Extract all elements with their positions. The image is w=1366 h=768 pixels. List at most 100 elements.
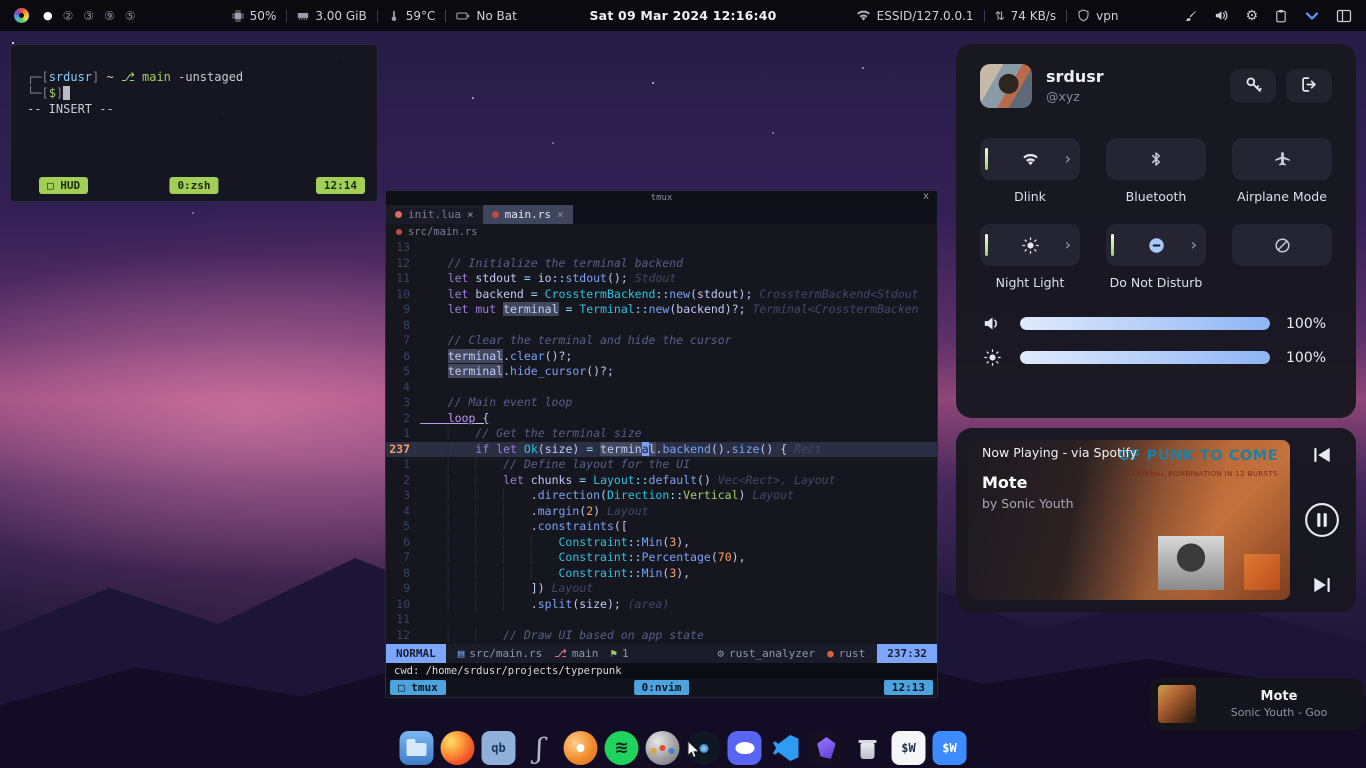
text-segment: Min	[642, 566, 663, 580]
sw-blue-terminal-icon[interactable]: $W	[933, 731, 967, 765]
code-line[interactable]: 4 ▏ ▏ ▏ .margin(2) Layout	[386, 504, 937, 520]
bluetooth-toggle[interactable]	[1106, 138, 1206, 180]
chevron-right-icon[interactable]: ›	[1191, 237, 1197, 253]
code-line[interactable]: 5 terminal.hide_cursor()?;	[386, 364, 937, 380]
window-titlebar: tmux x	[386, 191, 937, 205]
close-window-button[interactable]: x	[923, 191, 929, 202]
code-line[interactable]: 1 ▏ ▏ // Define layout for the UI	[386, 457, 937, 473]
nightlight-toggle[interactable]: ›	[980, 224, 1080, 266]
code-line[interactable]: 10 ▏ ▏ ▏ .split(size); (area)	[386, 597, 937, 613]
qutebrowser-icon[interactable]: qb	[482, 731, 516, 765]
code-line[interactable]: 11 let stdout = io::stdout(); Stdout	[386, 271, 937, 287]
code-line[interactable]: 6 ▏ ▏ ▏ ▏ Constraint::Min(3),	[386, 535, 937, 551]
code-buffer[interactable]: 1312 // Initialize the terminal backend1…	[386, 240, 937, 644]
dnd-toggle[interactable]: ›	[1106, 224, 1206, 266]
code-line[interactable]: 3 // Main event loop	[386, 395, 937, 411]
workspace-indicator[interactable]: ⑨	[104, 10, 115, 22]
code-text: // Initialize the terminal backend	[420, 256, 683, 272]
settings-gear-icon[interactable]: ⚙	[1245, 9, 1258, 23]
tab-main-rs[interactable]: main.rs ×	[483, 205, 573, 224]
trash-icon[interactable]	[851, 731, 885, 765]
code-text: // Clear the terminal and hide the curso…	[420, 333, 732, 349]
workspace-indicator[interactable]: ●	[43, 10, 53, 21]
media-notification[interactable]: Mote Sonic Youth - Goo	[1150, 678, 1364, 730]
code-line[interactable]: 2 ▏ ▏ let chunks = Layout::default() Vec…	[386, 473, 937, 489]
statusline-filetype: ● rust	[827, 647, 865, 660]
spotify-icon[interactable]	[605, 731, 639, 765]
obsidian-icon[interactable]	[810, 731, 844, 765]
code-line[interactable]: 2 loop {	[386, 411, 937, 427]
chevron-right-icon[interactable]: ›	[1065, 151, 1071, 167]
workspace-indicator[interactable]: ③	[83, 10, 94, 22]
clipboard-icon[interactable]	[1274, 9, 1288, 23]
code-line[interactable]: 4	[386, 380, 937, 396]
text-segment: ::	[669, 488, 683, 502]
code-line[interactable]: 6 terminal.clear()?;	[386, 349, 937, 365]
temperature-stat: 59°C	[388, 9, 436, 23]
vscode-icon[interactable]	[769, 731, 803, 765]
code-text: ▏ ▏ ▏ ▏ Constraint::Min(3),	[420, 535, 690, 551]
code-line[interactable]: 11	[386, 612, 937, 628]
tmux-window-badge[interactable]: 0:nvim	[634, 680, 690, 695]
line-number: 12	[386, 628, 420, 644]
rust-file-icon	[492, 211, 499, 218]
workspace-indicator[interactable]: ②	[63, 10, 74, 22]
code-line[interactable]: 7 ▏ ▏ ▏ ▏ Constraint::Percentage(70),	[386, 550, 937, 566]
speaker-icon[interactable]	[1214, 8, 1229, 23]
gimp-icon[interactable]	[646, 731, 680, 765]
pause-button[interactable]	[1304, 502, 1340, 538]
code-line[interactable]: 13	[386, 240, 937, 256]
code-line[interactable]: 8	[386, 318, 937, 334]
code-line[interactable]: 10 let backend = CrosstermBackend::new(s…	[386, 287, 937, 303]
code-text: ▏ ▏ ▏ .split(size); (area)	[420, 597, 669, 613]
text-segment: ▏ ▏ ▏	[420, 504, 531, 518]
clock-badge: 12:14	[316, 177, 365, 194]
text-segment: Constraint	[558, 535, 627, 549]
file-manager-icon[interactable]	[400, 731, 434, 765]
code-line[interactable]: 9 let mut terminal = Terminal::new(backe…	[386, 302, 937, 318]
code-line[interactable]: 12 // Initialize the terminal backend	[386, 256, 937, 272]
chevron-right-icon[interactable]: ›	[1065, 237, 1071, 253]
distro-logo-icon[interactable]	[14, 8, 29, 23]
wifi-toggle[interactable]: ›	[980, 138, 1080, 180]
discord-icon[interactable]	[728, 731, 762, 765]
code-line[interactable]: 9 ▏ ▏ ▏ ]) Layout	[386, 581, 937, 597]
tmux-window-badge[interactable]: 0:zsh	[169, 177, 218, 194]
workspace-indicator[interactable]: ⑤	[125, 10, 136, 22]
text-segment	[517, 442, 524, 456]
airplane-toggle[interactable]	[1232, 138, 1332, 180]
code-line[interactable]: 7 // Clear the terminal and hide the cur…	[386, 333, 937, 349]
album-art-photo	[1158, 536, 1224, 590]
chevron-down-icon[interactable]	[1304, 8, 1320, 24]
layout-monitor-icon[interactable]	[1336, 8, 1352, 24]
text-segment: .	[531, 504, 538, 518]
close-tab-icon[interactable]: ×	[557, 208, 564, 221]
firefox-icon[interactable]	[441, 731, 475, 765]
brightness-slider[interactable]	[1020, 351, 1270, 364]
text-segment: Ok	[524, 442, 538, 456]
code-line[interactable]: 5 ▏ ▏ ▏ .constraints([	[386, 519, 937, 535]
sw-light-terminal-icon[interactable]: $W	[892, 731, 926, 765]
code-line[interactable]: 3 ▏ ▏ ▏ .direction(Direction::Vertical) …	[386, 488, 937, 504]
tab-init-lua[interactable]: init.lua ×	[386, 205, 483, 224]
orange-app-icon[interactable]	[564, 731, 598, 765]
hud-terminal-window[interactable]: ┌─[srdusr] ~ ⎇ main -unstaged└─[$] -- IN…	[10, 44, 378, 202]
fish-shell-icon[interactable]: ʃ	[523, 731, 557, 765]
code-line[interactable]: 237 ▏ if let Ok(size) = terminal.backend…	[386, 442, 937, 458]
code-line[interactable]: 12 ▏ ▏ // Draw UI based on app state	[386, 628, 937, 644]
text-segment: default	[649, 473, 697, 487]
editor-window[interactable]: tmux x init.lua × main.rs × src/main.rs …	[385, 190, 938, 698]
code-line[interactable]: 8 ▏ ▏ ▏ ▏ Constraint::Min(3),	[386, 566, 937, 582]
terminal-output[interactable]: ┌─[srdusr] ~ ⎇ main -unstaged└─[$] -- IN…	[11, 45, 377, 117]
code-line[interactable]: 1 ▏ // Get the terminal size	[386, 426, 937, 442]
prohibit-toggle[interactable]	[1232, 224, 1332, 266]
code-text: ▏ ▏ ▏ .constraints([	[420, 519, 628, 535]
logout-button[interactable]	[1286, 69, 1332, 103]
previous-track-button[interactable]	[1311, 444, 1333, 466]
volume-slider[interactable]	[1020, 317, 1270, 330]
close-tab-icon[interactable]: ×	[467, 208, 474, 221]
color-picker-icon[interactable]	[1184, 9, 1198, 23]
keys-button[interactable]	[1230, 69, 1276, 103]
code-text: ▏ // Get the terminal size	[420, 426, 642, 442]
next-track-button[interactable]	[1311, 574, 1333, 596]
